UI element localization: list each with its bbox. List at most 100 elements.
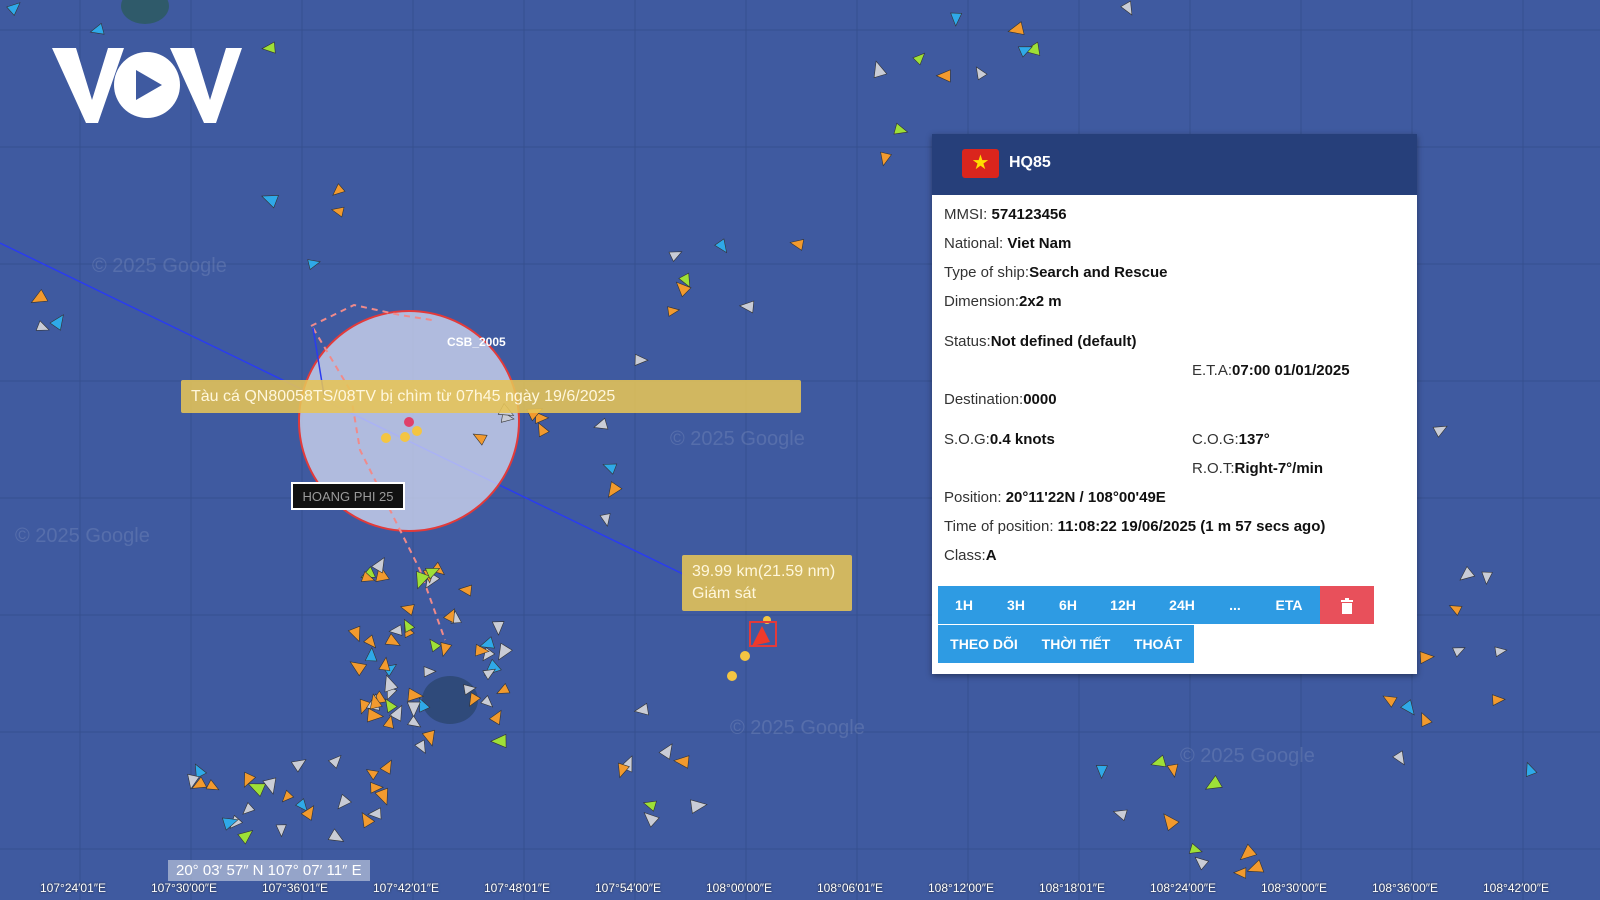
vessel-marker[interactable] (482, 668, 496, 681)
vessel-marker[interactable] (668, 251, 683, 262)
vessel-marker[interactable] (1452, 647, 1466, 658)
vessel-marker[interactable] (667, 306, 681, 317)
vessel-marker[interactable] (950, 12, 963, 27)
vessel-marker[interactable] (35, 320, 50, 331)
vessel-marker[interactable] (374, 787, 388, 806)
vessel-marker[interactable] (1246, 859, 1265, 873)
vessel-marker[interactable] (975, 66, 988, 81)
vessel-marker[interactable] (330, 206, 345, 218)
vessel-marker[interactable] (364, 646, 378, 662)
vessel-marker[interactable] (1392, 750, 1405, 766)
vessel-marker[interactable] (205, 779, 220, 791)
csb-ship-label[interactable]: CSB_2005 (447, 335, 506, 349)
vessel-marker[interactable] (371, 556, 385, 574)
wreck-marker[interactable] (404, 417, 414, 427)
vessel-marker[interactable] (673, 755, 690, 769)
vessel-marker[interactable] (49, 314, 64, 331)
vessel-marker[interactable] (489, 733, 507, 749)
vessel-marker[interactable] (1239, 843, 1258, 861)
vessel-marker[interactable] (789, 239, 805, 251)
vessel-marker[interactable] (384, 633, 401, 646)
vessel-marker[interactable] (893, 122, 909, 135)
vessel-marker[interactable] (367, 807, 382, 820)
vessel-marker[interactable] (1112, 809, 1128, 822)
vessel-marker[interactable] (363, 634, 377, 649)
vessel-marker[interactable] (414, 739, 426, 754)
ship-info-popup[interactable]: ★ HQ85 MMSI: 574123456 National: Viet Na… (932, 134, 1417, 674)
vessel-marker[interactable] (327, 754, 342, 769)
vessel-marker[interactable] (379, 759, 392, 775)
vessel-marker[interactable] (642, 800, 657, 812)
vessel-marker[interactable] (1481, 571, 1493, 586)
vessel-marker[interactable] (365, 769, 379, 781)
vessel-marker[interactable] (382, 714, 394, 729)
vessel-marker[interactable] (443, 608, 455, 624)
track-12h-button[interactable]: 12H (1094, 586, 1153, 624)
vessel-marker[interactable] (599, 513, 611, 527)
vessel-marker[interactable] (1448, 605, 1463, 616)
vessel-marker[interactable] (378, 656, 391, 672)
vessel-marker[interactable] (89, 22, 105, 35)
vessel-marker[interactable] (261, 41, 276, 54)
vessel-marker[interactable] (30, 288, 49, 303)
vessel-marker[interactable] (332, 183, 346, 196)
vessel-marker[interactable] (608, 481, 623, 498)
track-3h-button[interactable]: 3H (990, 586, 1043, 624)
vessel-marker[interactable] (1526, 761, 1538, 777)
vessel-marker[interactable] (337, 793, 352, 810)
vessel-marker[interactable] (1204, 774, 1223, 790)
vessel-marker[interactable] (349, 661, 368, 677)
vessel-marker[interactable] (347, 625, 361, 643)
track-24h-button[interactable]: 24H (1152, 586, 1213, 624)
vessel-marker[interactable] (496, 682, 511, 694)
vessel-marker[interactable] (327, 828, 345, 842)
vessel-marker[interactable] (1095, 765, 1108, 780)
vessel-marker[interactable] (880, 151, 893, 167)
vessel-marker[interactable] (1492, 694, 1506, 706)
more-button[interactable]: ... (1212, 586, 1259, 624)
vessel-marker[interactable] (423, 666, 437, 678)
vessel-marker[interactable] (1459, 565, 1476, 581)
vessel-marker[interactable] (1194, 856, 1210, 871)
vessel-marker[interactable] (633, 702, 649, 716)
vessel-marker[interactable] (912, 52, 926, 66)
vessel-marker[interactable] (406, 701, 421, 718)
vessel-marker[interactable] (873, 60, 888, 79)
vessel-marker[interactable] (399, 604, 415, 616)
vessel-marker[interactable] (407, 715, 422, 728)
eta-button[interactable]: ETA (1258, 586, 1320, 624)
vessel-marker[interactable] (242, 802, 256, 815)
vessel-marker[interactable] (1166, 763, 1179, 778)
vessel-marker[interactable] (1188, 842, 1203, 854)
vessel-marker[interactable] (491, 621, 505, 636)
vessel-marker[interactable] (593, 417, 609, 430)
vessel-marker[interactable] (488, 709, 502, 726)
vessel-marker[interactable] (643, 812, 660, 828)
vessel-marker[interactable] (935, 69, 951, 83)
vessel-marker[interactable] (480, 695, 494, 708)
vessel-marker[interactable] (1432, 425, 1448, 438)
vessel-marker[interactable] (1494, 646, 1508, 658)
delete-button[interactable] (1320, 586, 1374, 624)
vessel-marker[interactable] (1419, 651, 1435, 665)
vessel-marker[interactable] (738, 300, 755, 314)
vessel-marker[interactable] (261, 195, 279, 209)
vessel-name-tag[interactable]: HOANG PHI 25 (291, 482, 405, 510)
vessel-marker[interactable] (440, 641, 453, 658)
vessel-marker[interactable] (498, 642, 513, 661)
vessel-marker[interactable] (290, 759, 307, 773)
vessel-marker[interactable] (602, 463, 618, 475)
follow-button[interactable]: THEO DÕI (938, 625, 1031, 663)
track-6h-button[interactable]: 6H (1042, 586, 1095, 624)
vessel-marker[interactable] (307, 259, 321, 271)
vessel-marker[interactable] (714, 238, 728, 254)
vessel-marker[interactable] (1007, 21, 1025, 35)
vessel-marker[interactable] (1232, 867, 1247, 879)
vessel-marker[interactable] (237, 830, 254, 845)
vessel-marker[interactable] (457, 584, 473, 597)
vessel-marker[interactable] (384, 674, 399, 693)
vessel-marker[interactable] (1163, 813, 1180, 832)
selected-ship-icon[interactable] (752, 626, 770, 646)
vessel-marker[interactable] (295, 798, 308, 812)
exit-button[interactable]: THOÁT (1122, 625, 1194, 663)
